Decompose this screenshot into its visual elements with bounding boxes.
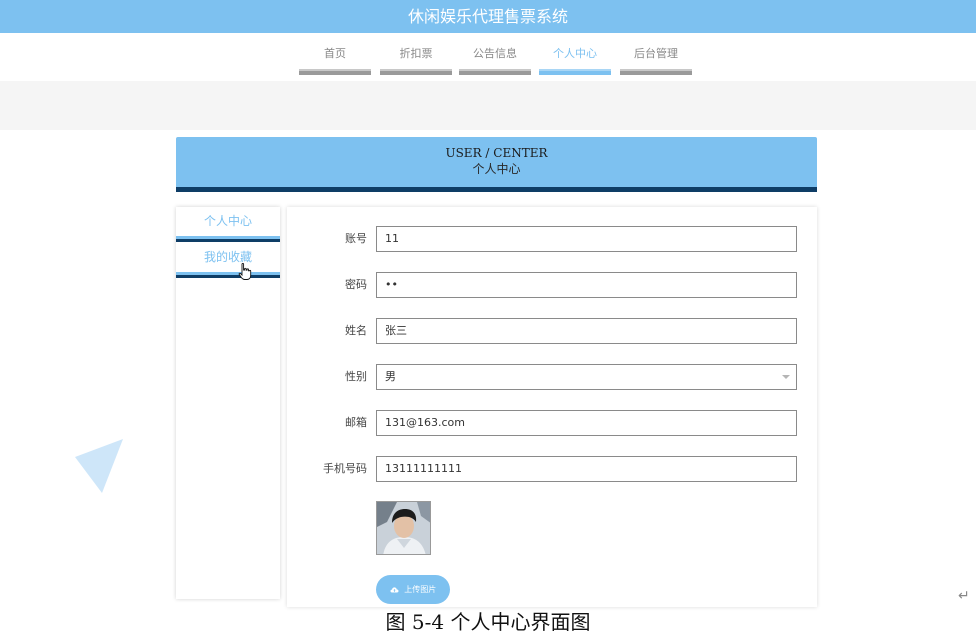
hand-pointer-icon: [238, 263, 252, 280]
sidebar-item-personal-center-label: 个人中心: [203, 214, 252, 228]
nav-home[interactable]: 首页: [299, 44, 371, 75]
password-row: 密码 ••: [287, 272, 817, 298]
nav-admin-label: 后台管理: [634, 47, 678, 60]
upload-image-button[interactable]: 上传图片: [376, 575, 450, 604]
nav-discount-tickets[interactable]: 折扣票: [380, 44, 452, 75]
avatar: [376, 501, 431, 555]
account-input[interactable]: 11: [376, 226, 797, 252]
paragraph-mark-icon: ↵: [958, 588, 970, 604]
banner-area: [0, 81, 976, 130]
gender-select[interactable]: 男: [376, 364, 797, 390]
app-title: 休闲娱乐代理售票系统: [407, 7, 568, 26]
figure-caption: 图 5-4 个人中心界面图: [385, 610, 591, 634]
sidebar-item-favorites-underline: [176, 272, 280, 278]
gender-row: 性别 男: [287, 364, 817, 390]
sidebar-item-personal-center-underline: [176, 236, 280, 242]
decorative-triangle: [75, 439, 123, 493]
nav-personal-center-label: 个人中心: [553, 47, 597, 60]
email-row: 邮箱 131@163.com: [287, 410, 817, 436]
section-header: USER / CENTER 个人中心: [176, 137, 817, 192]
nav-home-label: 首页: [324, 47, 346, 60]
email-input[interactable]: 131@163.com: [376, 410, 797, 436]
avatar-photo: [377, 502, 430, 554]
section-header-cn: 个人中心: [472, 162, 521, 176]
section-header-en: USER / CENTER: [445, 146, 548, 160]
password-label: 密码: [345, 278, 367, 291]
password-input[interactable]: ••: [376, 272, 797, 298]
nav-announcements-label: 公告信息: [473, 47, 517, 60]
nav-announcements[interactable]: 公告信息: [459, 44, 531, 75]
sidebar: 个人中心 我的收藏: [176, 207, 280, 599]
sidebar-item-personal-center[interactable]: 个人中心: [176, 207, 280, 243]
nav-admin-underline: [620, 69, 692, 75]
name-label: 姓名: [345, 324, 367, 337]
email-label: 邮箱: [345, 416, 367, 429]
phone-input[interactable]: 13111111111: [376, 456, 797, 482]
top-bar: 休闲娱乐代理售票系统: [0, 0, 976, 33]
gender-label: 性别: [345, 370, 367, 383]
phone-row: 手机号码 13111111111: [287, 456, 817, 482]
sidebar-item-favorites[interactable]: 我的收藏: [176, 243, 280, 279]
account-row: 账号 11: [287, 226, 817, 252]
cloud-upload-icon: [390, 587, 399, 593]
nav-personal-center-underline: [539, 69, 611, 75]
name-input[interactable]: 张三: [376, 318, 797, 344]
section-header-stripe: [176, 187, 817, 192]
account-label: 账号: [345, 232, 367, 245]
nav-personal-center[interactable]: 个人中心: [539, 44, 611, 75]
main-nav: 首页 折扣票 公告信息 个人中心 后台管理: [0, 44, 976, 76]
sidebar-item-favorites-label: 我的收藏: [203, 250, 252, 264]
chevron-down-icon: [782, 375, 790, 379]
nav-announcements-underline: [459, 69, 531, 75]
gender-select-value: 男: [385, 370, 396, 383]
phone-label: 手机号码: [323, 462, 367, 475]
name-row: 姓名 张三: [287, 318, 817, 344]
profile-form: 账号 11 密码 •• 姓名 张三 性别 男 邮箱 131@163.com 手机…: [287, 207, 817, 607]
upload-image-label: 上传图片: [404, 585, 437, 594]
nav-discount-tickets-underline: [380, 69, 452, 75]
nav-home-underline: [299, 69, 371, 75]
nav-admin[interactable]: 后台管理: [620, 44, 692, 75]
nav-discount-tickets-label: 折扣票: [399, 47, 433, 60]
